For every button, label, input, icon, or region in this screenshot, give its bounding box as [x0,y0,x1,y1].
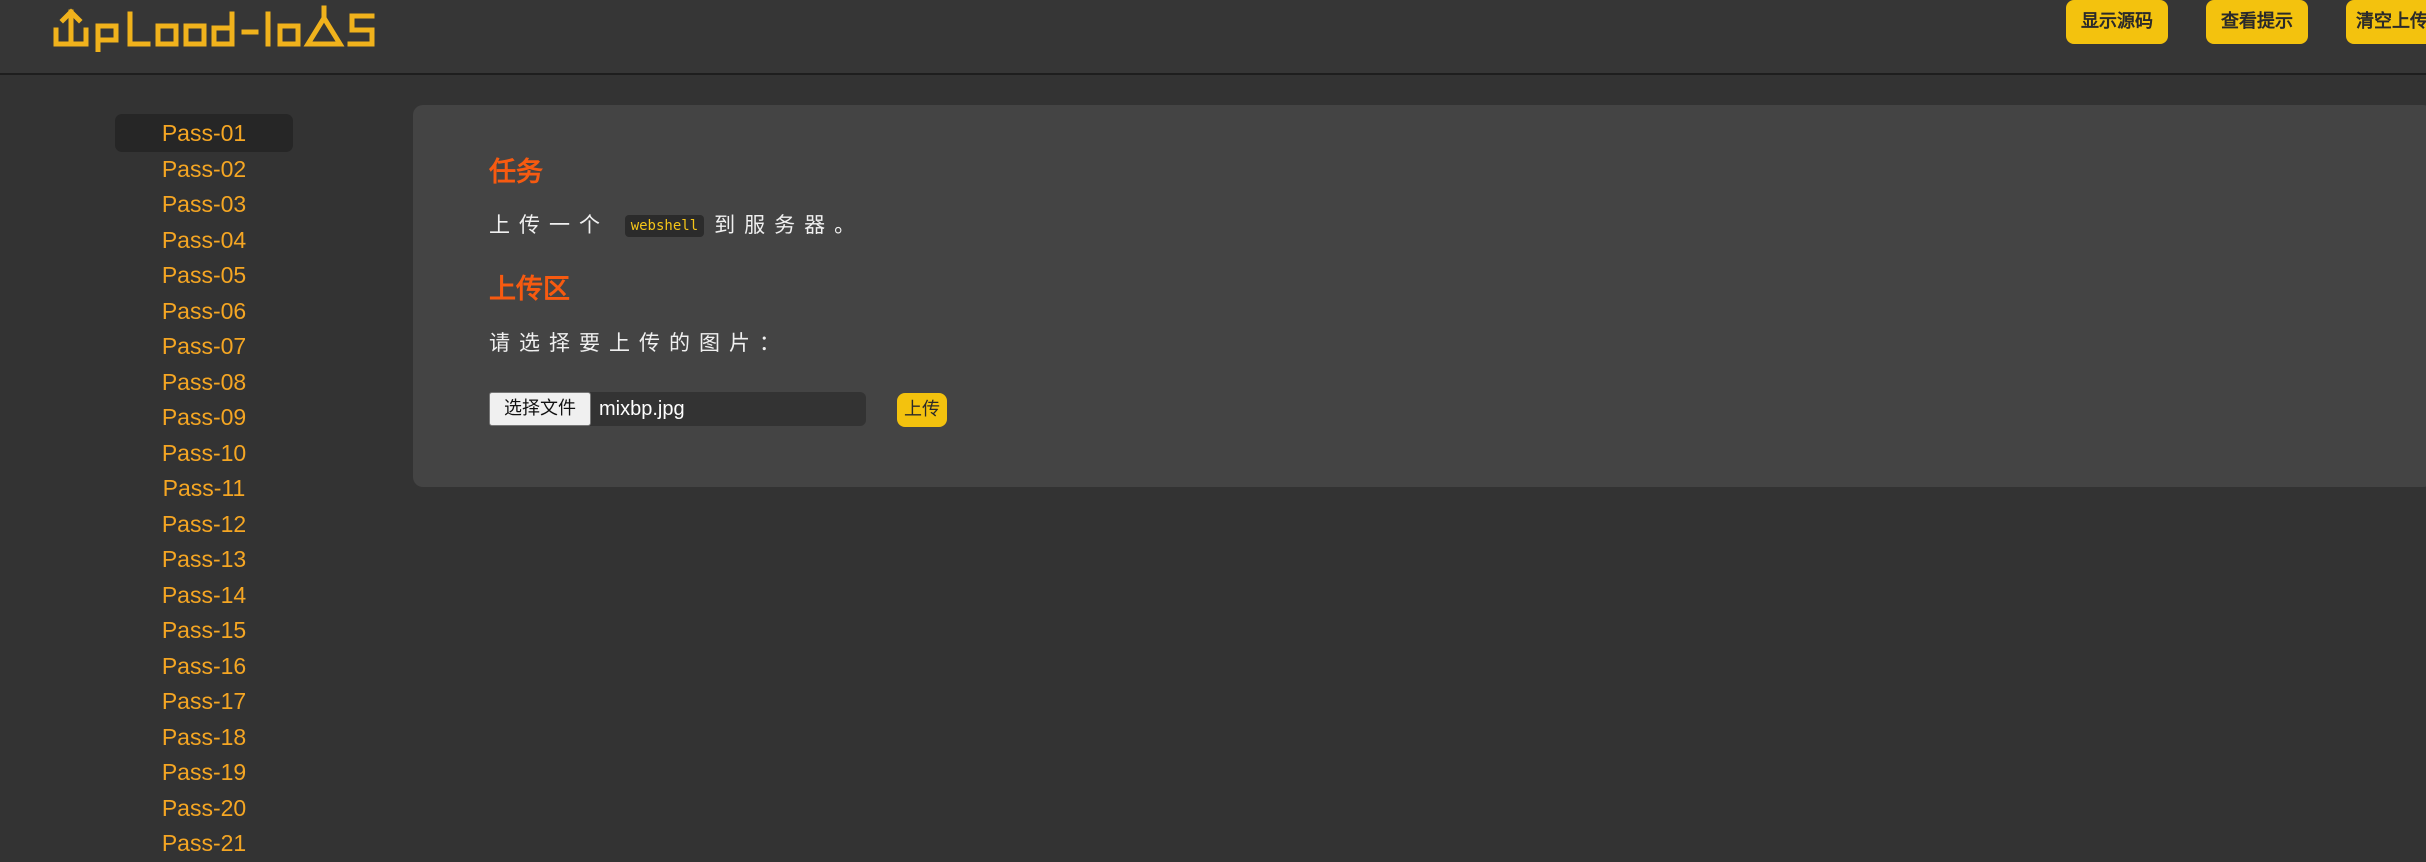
choose-file-button[interactable]: 选择文件 [489,392,591,426]
sidebar-item-pass-17[interactable]: Pass-17 [115,682,293,720]
sidebar-item-pass-05[interactable]: Pass-05 [115,256,293,294]
task-description: 上传一个 webshell 到服务器。 [489,209,864,239]
sidebar-item-pass-13[interactable]: Pass-13 [115,540,293,578]
sidebar-item-pass-08[interactable]: Pass-08 [115,363,293,401]
sidebar-item-pass-14[interactable]: Pass-14 [115,576,293,614]
top-header: 显示源码 查看提示 清空上传 [0,0,2426,75]
sidebar-item-pass-01[interactable]: Pass-01 [115,114,293,152]
sidebar-item-pass-15[interactable]: Pass-15 [115,611,293,649]
sidebar-item-pass-09[interactable]: Pass-09 [115,398,293,436]
upload-heading: 上传区 [489,274,570,305]
sidebar-item-pass-20[interactable]: Pass-20 [115,789,293,827]
clear-uploads-button[interactable]: 清空上传 [2346,0,2426,44]
sidebar-item-pass-11[interactable]: Pass-11 [115,469,293,507]
sidebar-item-pass-19[interactable]: Pass-19 [115,753,293,791]
sidebar-item-pass-18[interactable]: Pass-18 [115,718,293,756]
upload-prompt: 请选择要上传的图片： [489,331,789,355]
sidebar-item-pass-10[interactable]: Pass-10 [115,434,293,472]
task-text-after: 到服务器。 [714,213,865,237]
file-input[interactable]: 选择文件 mixbp.jpg [489,392,866,426]
view-hint-button[interactable]: 查看提示 [2206,0,2308,44]
sidebar-item-pass-02[interactable]: Pass-02 [115,150,293,188]
selected-file-name: mixbp.jpg [599,398,685,420]
sidebar-item-pass-04[interactable]: Pass-04 [115,221,293,259]
sidebar-item-pass-16[interactable]: Pass-16 [115,647,293,685]
show-source-button[interactable]: 显示源码 [2066,0,2168,44]
sidebar-item-pass-21[interactable]: Pass-21 [115,824,293,862]
webshell-code: webshell [624,215,705,237]
sidebar-item-pass-07[interactable]: Pass-07 [115,327,293,365]
sidebar-item-pass-06[interactable]: Pass-06 [115,292,293,330]
upload-submit-button[interactable]: 上传 [897,393,947,427]
sidebar-item-pass-03[interactable]: Pass-03 [115,185,293,223]
main-panel: 任务 上传一个 webshell 到服务器。 上传区 请选择要上传的图片： 选择文… [413,105,2426,487]
task-text-before: 上传一个 [489,213,609,237]
sidebar-item-pass-12[interactable]: Pass-12 [115,505,293,543]
upload-labs-logo [53,5,375,52]
level-sidebar: Pass-01 Pass-02 Pass-03 Pass-04 Pass-05 … [0,75,410,856]
task-heading: 任务 [489,157,543,188]
